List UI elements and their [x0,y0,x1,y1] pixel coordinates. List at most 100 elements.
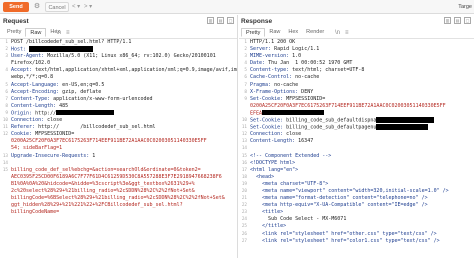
code-text: Content-Length: 485 [11,102,69,109]
line-number: 27 [241,238,247,244]
line-number: 22 [241,203,247,209]
code-line: 14 [0,160,237,167]
code-text: 2c%20select%28%29+%21billing_radio=%2cSD… [11,187,195,194]
code-text: billingCodeName= [11,209,60,216]
code-line: 27 <link rel="stylesheet" href="color1.c… [239,238,474,245]
request-editor[interactable]: 1 POST /billcodedef_sub_sel.html? HTTP/1.… [0,38,237,258]
line-number: 11 [2,125,8,131]
code-text: Content-Type: application/x-www-form-url… [11,95,153,102]
code-line: 9 Set-Cookie: MFPSESSIONID= [239,96,474,103]
redacted-block [376,124,429,130]
line-number: 9 [244,96,247,102]
newline-toggle-icon[interactable]: \n [335,29,340,37]
line-number: 18 [241,174,247,180]
split-view-icon[interactable]: ▥ [444,17,451,24]
code-text: Accept-Language: en-US,en;q=0.5 [11,81,105,88]
code-text: AEC0395F25CD00F6189A6C7F77F61D4C61259D53… [11,173,222,180]
line-number: 23 [241,210,247,216]
code-text: Referer: http:// /billcodedef_sub_sel.ht… [11,124,156,131]
request-tab-raw[interactable]: Raw [25,28,47,37]
code-line: 2 Server: Rapid Logic/1.1 [239,46,474,53]
send-button[interactable]: Send [3,2,29,12]
code-text: B1%0A%0A%20&hidcode=&hidde=%3cscript%3e&… [11,180,195,187]
code-text: MIME-version: 1.0 [250,53,302,60]
code-line: 4 Accept: text/html,application/xhtml+xml… [0,67,237,74]
toolbar: Send ⚙ Cancel < ▾ > ▾ Targe [0,0,474,14]
code-line: AEC0395F25CD00F6189A6C7F77F61D4C61259D53… [0,174,237,181]
line-number: 21 [241,196,247,202]
response-title: Response [241,18,273,25]
target-label[interactable]: Targe [458,2,472,12]
code-text: Accept-Encoding: gzip, deflate [11,88,102,95]
single-view-icon[interactable]: ▢ [464,17,471,24]
split-view-icon[interactable]: ▥ [207,17,214,24]
line-number: 17 [241,167,247,173]
code-line: 4 Date: Thu Jan 1 00:00:52 1970 GMT [239,60,474,67]
code-line: 3 MIME-version: 1.0 [239,53,474,60]
code-line: 12 Cookie: MFPSESSIONID= [0,131,237,138]
line-number: 6 [244,75,247,81]
code-line: 17 <html lang="en"> [239,167,474,174]
response-tab-raw[interactable]: Raw [265,28,284,37]
redacted-block [29,46,94,52]
forward-button[interactable]: > ▾ [84,2,92,12]
code-line: 22 <meta http-equiv="X-UA-Compatible" co… [239,202,474,209]
code-line: EFEA [239,109,474,117]
code-text: User-Agent: Mozilla/5.0 (X11; Linux x86_… [11,53,216,60]
line-number: 2 [5,47,8,53]
code-text: Pragma: no-cache [250,81,299,88]
redacted-block [376,117,435,123]
code-line: 11 Set-Cookie: billing_code_sub_defaultpa… [239,124,474,131]
back-button[interactable]: < ▾ [72,2,80,12]
single-view-icon[interactable]: ▢ [227,17,234,24]
line-number: 8 [5,103,8,109]
newline-toggle-icon[interactable]: \n [56,29,61,37]
code-line: 26 <link rel="stylesheet" href="other.cs… [239,231,474,238]
code-text: Sub Code Select - MX-M6071 [250,216,347,223]
response-tab-pretty[interactable]: Pretty [241,28,266,37]
response-pane: Response ▥ ▤ ▢ Pretty Raw Hex Render \n … [239,15,474,258]
menu-icon[interactable]: ≡ [66,29,70,37]
menu-icon[interactable]: ≡ [345,29,349,37]
line-number: 7 [5,96,8,102]
code-text: <meta http-equiv="X-UA-Compatible" conte… [250,202,428,209]
line-number: 15 [2,167,8,173]
request-tab-pretty[interactable]: Pretty [3,28,25,37]
gear-icon[interactable]: ⚙ [32,2,42,12]
request-tabs: Pretty Raw Hex [3,28,64,37]
code-text: Upgrade-Insecure-Requests: 1 [11,152,96,159]
code-line: 15 <!-- Component Extended --> [239,153,474,160]
code-line: 7 Content-Type: application/x-www-form-ur… [0,96,237,103]
code-text: <meta name="format-detection" content="t… [250,195,428,202]
code-line: billingCodeName= [0,209,237,216]
horizontal-view-icon[interactable]: ▤ [217,17,224,24]
response-tabs: Pretty Raw Hex Render [241,28,328,37]
line-number: 12 [2,132,8,138]
redacted-block [56,109,115,116]
code-text: Firefox/102.0 [11,60,51,67]
code-text: Connection: close [11,117,63,124]
code-line: billingCode=%6BSelect%28%29+%21billing_r… [0,195,237,202]
response-tab-hex[interactable]: Hex [284,28,302,37]
code-line: 7 Pragma: no-cache [239,82,474,89]
code-line: B1%0A%0A%20&hidcode=&hidde=%3cscript%3e&… [0,181,237,188]
horizontal-view-icon[interactable]: ▤ [454,17,461,24]
line-number: 3 [244,54,247,60]
code-text: <title> [250,209,284,216]
line-number: 1 [5,40,8,45]
response-editor[interactable]: 1 HTTP/1.1 200 OK 2 Server: Rapid Logic/1.1… [239,38,474,258]
code-line: webp,*/*;q=0.8 [0,74,237,81]
code-text: Set-Cookie: MFPSESSIONID= [250,95,326,102]
response-tab-render[interactable]: Render [302,28,328,37]
code-line: 23 <title> [239,209,474,216]
code-line: 6 Cache-Control: no-cache [239,74,474,81]
code-text: 54; sideBarFlag=1 [11,145,63,152]
code-line: 15 billing_code_def_sel%ebchg=&action=sea… [0,167,237,174]
code-text: Cookie: MFPSESSIONID= [11,131,75,138]
line-number: 5 [5,82,8,88]
cancel-button[interactable]: Cancel [45,2,69,12]
code-line: 19 <meta charset="UTF-8"> [239,181,474,188]
code-text: 0200A25CF20F0A3F7EC6175263F714EEF911BE72… [250,102,446,109]
code-line: 8 X-Frame-Options: DENY [239,89,474,96]
code-text: EFEA [250,110,263,117]
